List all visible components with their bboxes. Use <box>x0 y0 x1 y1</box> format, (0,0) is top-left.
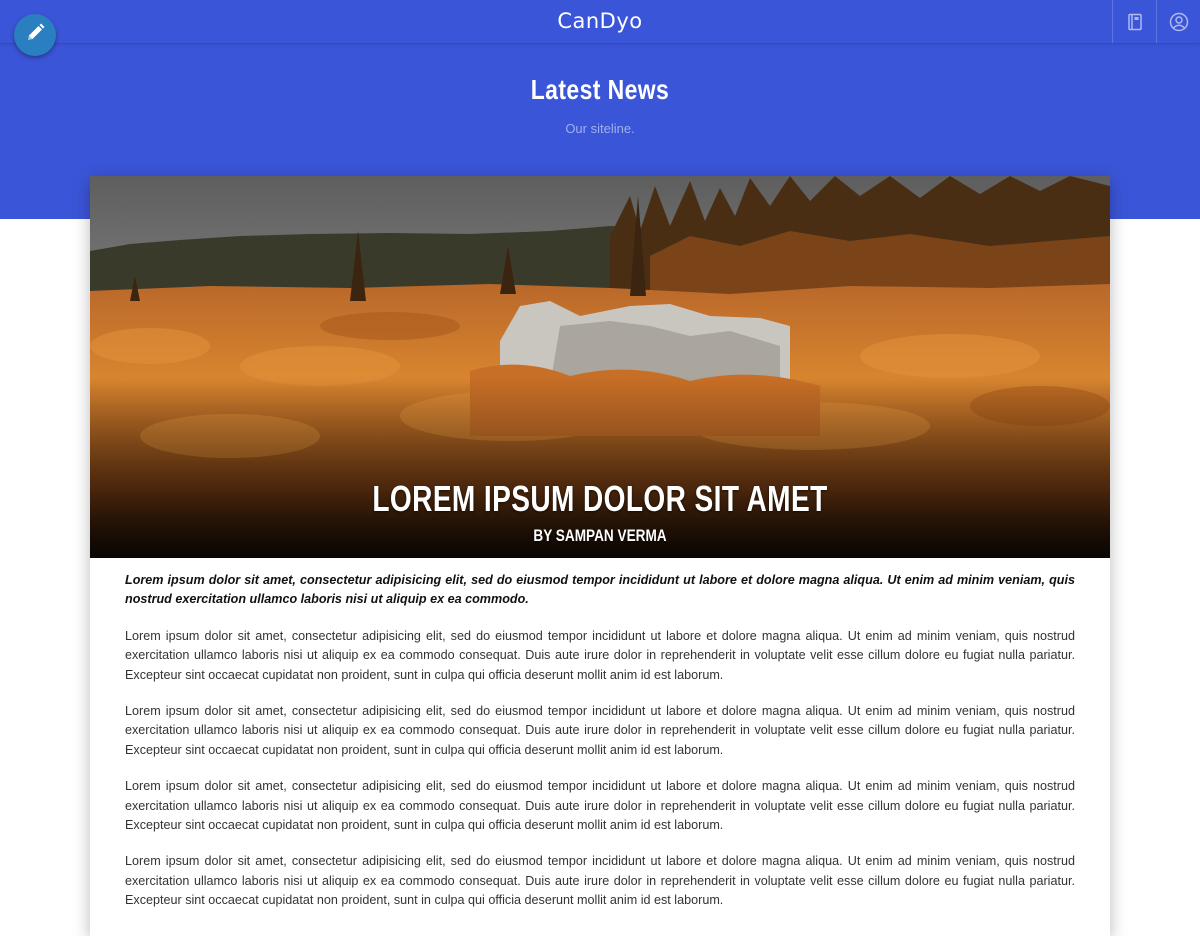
article-paragraph: Lorem ipsum dolor sit amet, consectetur … <box>125 854 1075 908</box>
article-paragraph: Lorem ipsum dolor sit amet, consectetur … <box>125 628 1075 682</box>
article-lead: Lorem ipsum dolor sit amet, consectetur … <box>125 573 1075 607</box>
brand-logo[interactable]: CanDyo <box>0 0 1200 43</box>
page-subtitle: Our siteline. <box>565 121 635 136</box>
page-title: Latest News <box>530 74 670 105</box>
article-paragraph: Lorem ipsum dolor sit amet, consectetur … <box>125 704 1075 757</box>
book-icon[interactable] <box>1112 0 1156 43</box>
article-paragraph: Lorem ipsum dolor sit amet, consectetur … <box>125 779 1075 833</box>
article-card: LOREM IPSUM DOLOR SIT AMET BY SAMPAN VER… <box>90 176 1110 936</box>
pencil-icon <box>24 22 46 49</box>
top-navbar: CanDyo <box>0 0 1200 44</box>
user-icon[interactable] <box>1156 0 1200 43</box>
article-title[interactable]: LOREM IPSUM DOLOR SIT AMET <box>202 478 998 520</box>
article-byline: BY SAMPAN VERMA <box>533 526 667 545</box>
edit-button[interactable] <box>14 14 56 56</box>
article-body: Lorem ipsum dolor sit amet, consectetur … <box>125 571 1075 928</box>
